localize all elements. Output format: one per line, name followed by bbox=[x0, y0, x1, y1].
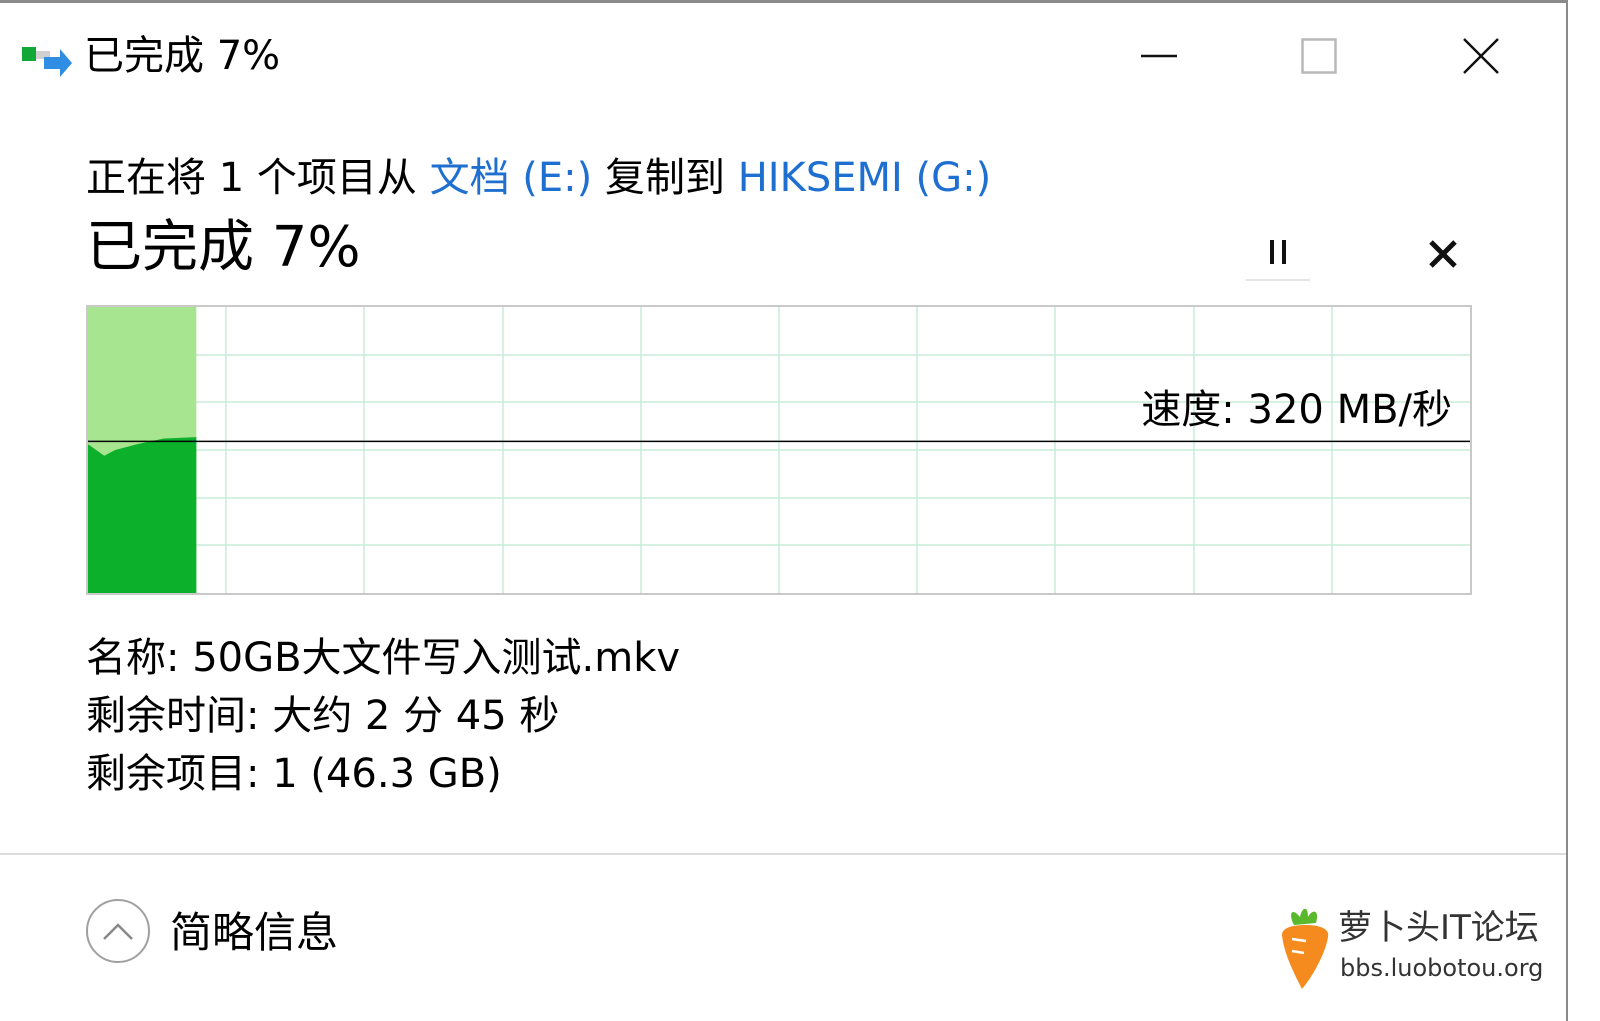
close-button[interactable] bbox=[1448, 23, 1514, 89]
destination-link[interactable]: HIKSEMI (G:) bbox=[738, 155, 991, 201]
file-copy-icon bbox=[22, 47, 72, 77]
items-remaining: 剩余项目: 1 (46.3 GB) bbox=[86, 751, 502, 797]
cancel-copy-button[interactable] bbox=[1414, 225, 1472, 283]
pause-icon bbox=[1270, 240, 1286, 264]
footer-divider bbox=[0, 853, 1566, 855]
watermark-url: bbs.luobotou.org bbox=[1340, 954, 1544, 982]
carrot-logo-icon bbox=[1282, 908, 1329, 989]
cancel-icon bbox=[1429, 240, 1457, 268]
pause-button[interactable] bbox=[1246, 225, 1310, 281]
maximize-button[interactable] bbox=[1286, 23, 1352, 89]
chevron-up-icon bbox=[103, 923, 133, 940]
copy-prefix: 正在将 1 个项目从 bbox=[86, 155, 430, 201]
window-edge bbox=[1568, 0, 1600, 1021]
file-copy-dialog: 已完成 7% 正在将 1 个项目从 文档 (E:) 复制到 HIKSEMI (G… bbox=[0, 0, 1568, 1021]
collapse-details-label[interactable]: 简略信息 bbox=[170, 907, 338, 959]
file-name: 名称: 50GB大文件写入测试.mkv bbox=[86, 635, 681, 681]
time-remaining: 剩余时间: 大约 2 分 45 秒 bbox=[86, 693, 560, 739]
copy-description: 正在将 1 个项目从 文档 (E:) 复制到 HIKSEMI (G:) bbox=[86, 153, 991, 203]
source-link[interactable]: 文档 (E:) bbox=[430, 155, 593, 201]
close-icon bbox=[1463, 38, 1499, 74]
speed-graph-canvas bbox=[88, 307, 1470, 593]
maximize-icon bbox=[1301, 38, 1337, 74]
watermark-title: 萝卜头IT论坛 bbox=[1338, 908, 1539, 948]
minimize-button[interactable] bbox=[1126, 23, 1192, 89]
minimize-icon bbox=[1141, 54, 1177, 58]
collapse-details-button[interactable] bbox=[86, 899, 150, 963]
copy-middle: 复制到 bbox=[592, 155, 738, 201]
progress-heading: 已完成 7% bbox=[86, 215, 361, 280]
window-title: 已完成 7% bbox=[84, 33, 281, 79]
speed-label: 速度: 320 MB/秒 bbox=[1141, 387, 1452, 433]
speed-history-area bbox=[88, 437, 197, 593]
speed-graph: 速度: 320 MB/秒 bbox=[86, 305, 1472, 595]
